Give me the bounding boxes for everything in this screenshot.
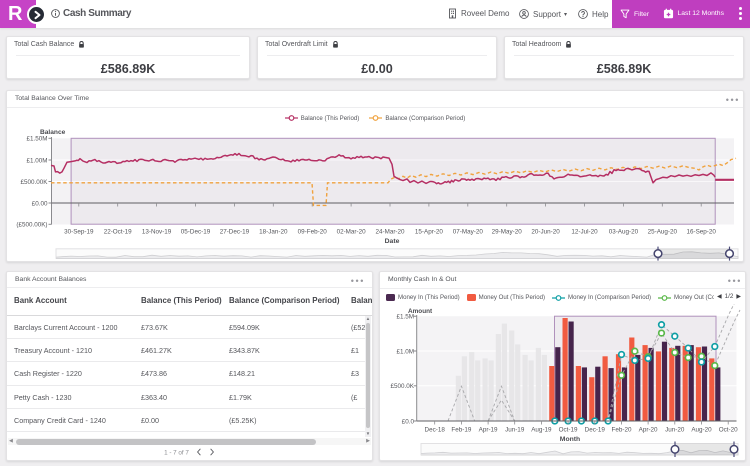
svg-text:£1.00M: £1.00M	[26, 157, 47, 164]
svg-text:16-Sep-20: 16-Sep-20	[686, 229, 716, 236]
svg-text:Jun-20: Jun-20	[665, 427, 685, 434]
svg-text:Aug-20: Aug-20	[691, 427, 712, 434]
svg-text:13-Nov-19: 13-Nov-19	[142, 229, 172, 236]
svg-text:Feb-19: Feb-19	[451, 427, 471, 434]
svg-text:£500.0K: £500.0K	[391, 383, 415, 390]
svg-text:Amount: Amount	[408, 308, 433, 315]
svg-text:Month: Month	[560, 436, 580, 443]
svg-text:£0.0: £0.0	[402, 418, 415, 425]
svg-text:12-Jul-20: 12-Jul-20	[571, 229, 598, 236]
svg-text:Dec-19: Dec-19	[585, 427, 606, 434]
svg-text:Aug-19: Aug-19	[531, 427, 552, 434]
svg-text:09-Feb-20: 09-Feb-20	[298, 229, 328, 236]
svg-text:£1.50M: £1.50M	[26, 136, 47, 143]
svg-text:Oct-19: Oct-19	[559, 427, 578, 434]
svg-text:Balance: Balance	[40, 129, 66, 136]
svg-text:07-May-20: 07-May-20	[453, 229, 484, 236]
svg-text:05-Dec-19: 05-Dec-19	[181, 229, 211, 236]
svg-text:29-May-20: 29-May-20	[492, 229, 523, 236]
svg-text:£500.00K: £500.00K	[21, 179, 49, 186]
svg-text:24-Mar-20: 24-Mar-20	[375, 229, 405, 236]
svg-text:Dec-18: Dec-18	[425, 427, 446, 434]
svg-text:£1.0M: £1.0M	[396, 348, 414, 355]
svg-text:Date: Date	[385, 238, 400, 245]
svg-text:30-Sep-19: 30-Sep-19	[64, 229, 94, 236]
svg-text:(£500.00K): (£500.00K)	[16, 222, 47, 229]
svg-text:22-Oct-19: 22-Oct-19	[104, 229, 132, 236]
svg-text:18-Jan-20: 18-Jan-20	[259, 229, 288, 236]
svg-text:20-Jun-20: 20-Jun-20	[531, 229, 560, 236]
svg-text:£0.00: £0.00	[32, 200, 48, 207]
svg-text:Jun-19: Jun-19	[505, 427, 525, 434]
svg-text:Apr-20: Apr-20	[639, 427, 658, 434]
svg-text:15-Apr-20: 15-Apr-20	[415, 229, 443, 236]
svg-text:Oct-20: Oct-20	[719, 427, 738, 434]
svg-text:Feb-20: Feb-20	[612, 427, 632, 434]
svg-text:27-Dec-19: 27-Dec-19	[220, 229, 250, 236]
svg-text:25-Aug-20: 25-Aug-20	[648, 229, 678, 236]
svg-text:Apr-19: Apr-19	[479, 427, 498, 434]
svg-text:03-Aug-20: 03-Aug-20	[609, 229, 639, 236]
svg-text:02-Mar-20: 02-Mar-20	[337, 229, 367, 236]
